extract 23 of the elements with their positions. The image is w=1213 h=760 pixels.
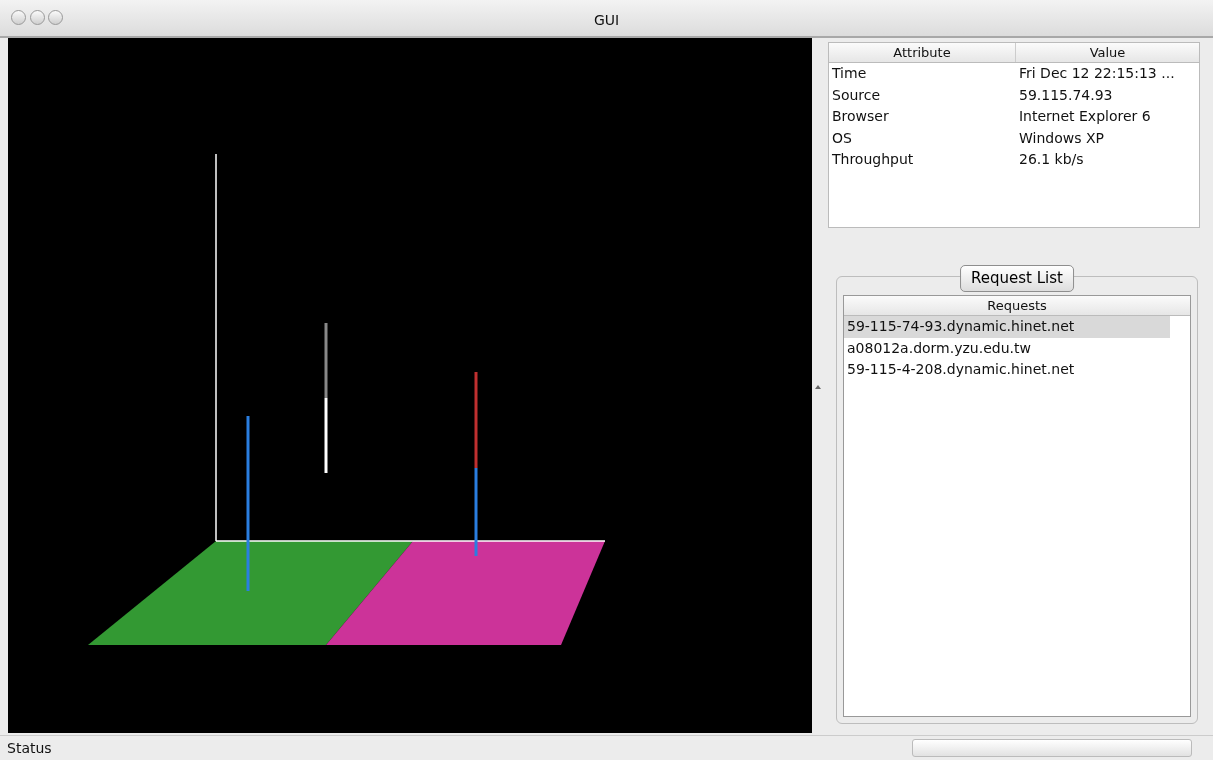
column-header[interactable]: Attribute	[829, 43, 1016, 62]
minimize-button[interactable]	[29, 10, 45, 25]
table-cell-text: Fri Dec 12 22:15:13 ...	[1017, 64, 1176, 83]
window-title: GUI	[593, 11, 620, 30]
zoom-button[interactable]	[48, 10, 63, 25]
collapse-arrow-icon[interactable]	[815, 384, 821, 389]
table-cell-text: Throughput	[831, 150, 915, 169]
close-button[interactable]	[11, 10, 26, 25]
table-cell-text: OS	[831, 128, 853, 148]
table-cell-text: 59.115.74.93	[1017, 85, 1114, 105]
list-item[interactable]: 59-115-4-208.dynamic.hinet.net	[844, 359, 1170, 381]
column-header[interactable]: Requests	[844, 296, 1190, 316]
status-text: Status	[7, 738, 52, 758]
list-item[interactable]: 59-115-74-93.dynamic.hinet.net	[844, 316, 1170, 338]
table-cell-text: Source	[831, 85, 882, 105]
table-cell-text: Internet Explorer 6	[1017, 107, 1152, 126]
table-cell-text: Time	[831, 64, 868, 83]
list-item[interactable]: a08012a.dorm.yzu.edu.tw	[844, 337, 1170, 359]
table-cell-text: Browser	[831, 107, 890, 126]
request-list-button[interactable]: Request List	[960, 265, 1074, 292]
table-cell-text: Windows XP	[1017, 128, 1105, 148]
table-cell-text: 26.1 kb/s	[1017, 150, 1085, 169]
column-header[interactable]: Value	[1015, 43, 1199, 62]
